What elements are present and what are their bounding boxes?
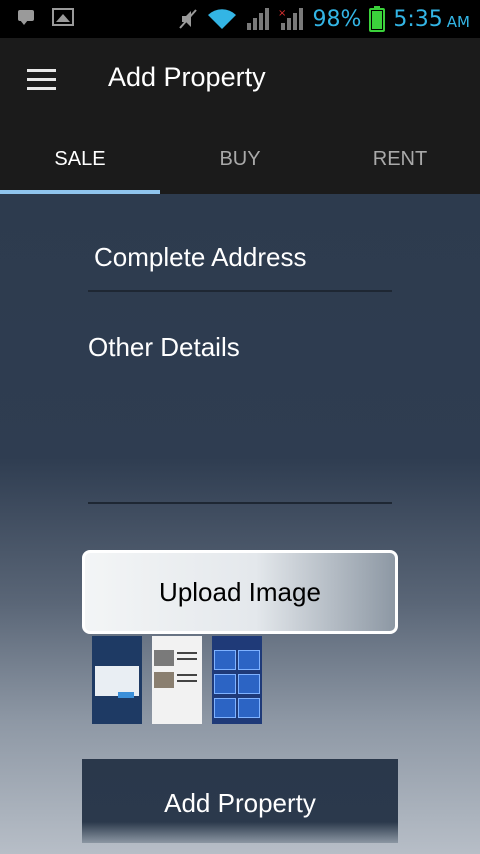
page-title: Add Property xyxy=(108,62,266,92)
image-notification-icon xyxy=(52,8,74,26)
tab-buy[interactable]: BUY xyxy=(160,124,320,194)
message-notification-icon xyxy=(16,8,38,26)
app-bar: Add Property xyxy=(0,38,480,124)
tab-sale[interactable]: SALE xyxy=(0,124,160,194)
image-thumbnail[interactable] xyxy=(212,636,262,724)
battery-percent: 98% xyxy=(312,6,362,32)
address-field-container xyxy=(88,234,392,292)
image-thumbnail[interactable] xyxy=(152,636,202,724)
signal-icon xyxy=(247,8,270,30)
clock-time: 5:35 xyxy=(393,6,443,32)
image-thumbnails xyxy=(92,636,262,724)
tab-rent[interactable]: RENT xyxy=(320,124,480,194)
svg-text:×: × xyxy=(278,8,286,19)
signal-no-service-icon: × xyxy=(278,8,304,30)
other-details-input[interactable] xyxy=(88,332,392,502)
form-content: Upload Image Add Property xyxy=(0,194,480,854)
hamburger-menu-icon[interactable] xyxy=(27,69,56,91)
upload-image-button[interactable]: Upload Image xyxy=(82,550,398,634)
clock-ampm: AM xyxy=(446,13,470,31)
complete-address-input[interactable] xyxy=(88,234,392,273)
mute-icon xyxy=(179,9,198,29)
details-field-container xyxy=(88,332,392,504)
wifi-icon xyxy=(208,9,237,29)
image-thumbnail[interactable] xyxy=(92,636,142,724)
tab-bar: SALE BUY RENT xyxy=(0,124,480,194)
battery-icon xyxy=(369,6,386,32)
status-bar: × 98% 5:35 AM xyxy=(0,0,480,38)
add-property-button[interactable]: Add Property xyxy=(82,759,398,843)
